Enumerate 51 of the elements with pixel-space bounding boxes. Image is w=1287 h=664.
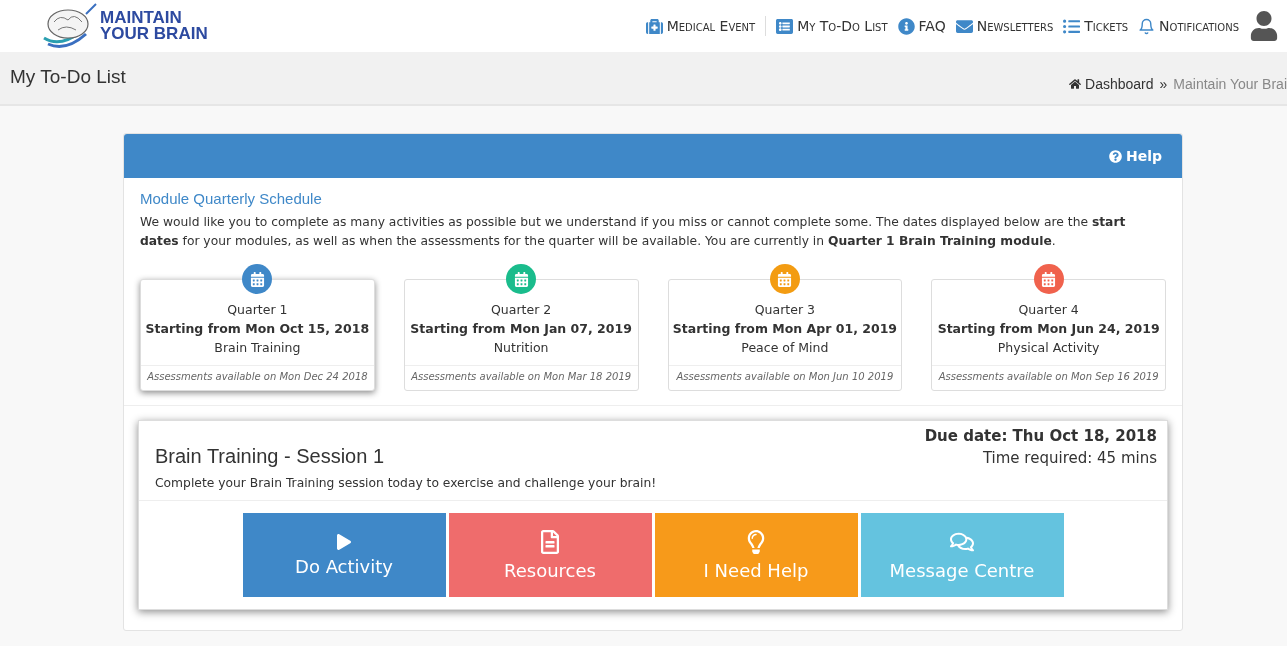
time-required: Time required: 45 mins <box>981 449 1157 467</box>
section-heading: Module Quarterly Schedule <box>140 190 323 207</box>
nav-link[interactable]: Notifications <box>1138 17 1239 35</box>
quarter-card[interactable]: Quarter 3 Starting from Mon Apr 01, 2019 Peace of Mind Assessments available on Mon Jun 10 2019 <box>667 279 903 391</box>
quarter-module: Brain Training <box>214 339 301 357</box>
assessment-date: Assessments available on Mon Jun 10 2019 <box>668 365 902 390</box>
home-icon <box>1069 78 1082 90</box>
due-date: Due date: Thu Oct 18, 2018 <box>924 427 1157 445</box>
user-avatar-icon[interactable] <box>1249 11 1279 41</box>
list-icon <box>1063 17 1081 35</box>
envelope-icon <box>955 17 973 35</box>
assessment-date: Assessments available on Mon Sep 16 2019 <box>932 365 1165 390</box>
session-description: Complete your Brain Training session today to exercise and challenge your brain! <box>155 476 657 490</box>
nav-link[interactable]: Tickets <box>1063 17 1129 35</box>
quarter-card[interactable]: Quarter 2 Starting from Mon Jan 07, 2019 Nutrition Assessments available on Mon Mar 18 2019 <box>403 279 639 391</box>
list-icon <box>776 17 794 35</box>
breadcrumb-separator: » <box>1159 76 1168 92</box>
action-button[interactable]: Do Activity <box>242 513 446 597</box>
question-icon <box>1108 149 1122 163</box>
help-link[interactable]: Help <box>1108 148 1162 164</box>
logo-text: MAINTAIN <box>100 10 183 26</box>
quarter-title: Quarter 3 <box>754 301 815 319</box>
quarter-title: Quarter 1 <box>227 301 288 319</box>
quarter-card[interactable]: Quarter 1 Starting from Mon Oct 15, 2018 Brain Training Assessments available on Mon Dec 24 2018 <box>140 279 375 391</box>
assessment-date: Assessments available on Mon Mar 18 2019 <box>404 365 638 390</box>
quarter-card[interactable]: Quarter 4 Starting from Mon Jun 24, 2019 Physical Activity Assessments available on Mon Sep 16 2019 <box>931 279 1166 391</box>
quarter-start-date: Starting from Mon Jan 07, 2019 <box>410 320 632 338</box>
quarter-title: Quarter 4 <box>1018 301 1079 319</box>
session-title: Brain Training - Session 1 <box>155 445 385 468</box>
bell-icon <box>1138 17 1156 35</box>
quarter-start-date: Starting from Mon Jun 24, 2019 <box>937 320 1160 338</box>
quarter-start-date: Starting from Mon Apr 01, 2019 <box>672 320 898 338</box>
page-title: My To-Do List <box>10 66 126 88</box>
document-icon <box>538 529 562 554</box>
assessment-date: Assessments available on Mon Dec 24 2018 <box>141 365 374 390</box>
medkit-icon <box>645 17 663 35</box>
logo-text: YOUR BRAIN <box>100 26 208 42</box>
nav-link[interactable]: FAQ <box>897 17 946 35</box>
play-icon <box>336 533 352 550</box>
quarter-module: Peace of Mind <box>741 339 829 357</box>
quarter-module: Physical Activity <box>997 339 1100 357</box>
nav-link[interactable]: Newsletters <box>955 17 1054 35</box>
quarter-module: Nutrition <box>493 339 549 357</box>
nav-link[interactable]: Medical Event <box>645 17 756 35</box>
info-icon <box>897 17 915 35</box>
breadcrumb-current: Maintain Your Brai <box>1173 76 1287 92</box>
quarter-title: Quarter 2 <box>491 301 552 319</box>
intro-text: We would like you to complete as many activities as possible but we understand if you miss or cannot complete some. The dates displayed below are the start dates for your modules, as well as when the assessments for the quarter will be available. You are currently in Quarter 1 Brain Training module. <box>140 214 1127 250</box>
breadcrumb-link[interactable]: Dashboard <box>1069 76 1154 92</box>
nav-link[interactable]: My To-Do List <box>776 17 888 35</box>
quarter-start-date: Starting from Mon Oct 15, 2018 <box>145 320 370 338</box>
